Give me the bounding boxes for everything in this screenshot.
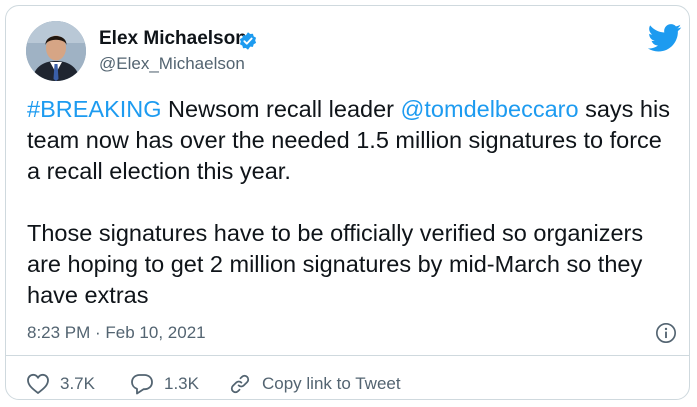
tweet-card: Elex Michaelson @Elex_Michaelson #BREAKI… — [5, 5, 690, 400]
tweet-paragraph-1: #BREAKING Newsom recall leader @tomdelbe… — [27, 94, 677, 187]
link-icon — [230, 374, 250, 394]
avatar-image — [26, 21, 86, 81]
mention-link[interactable]: @tomdelbeccaro — [401, 96, 579, 122]
twitter-bird-icon[interactable] — [648, 24, 682, 52]
heart-icon — [27, 373, 49, 394]
tweet-text-segment: Newsom recall leader — [161, 96, 401, 122]
info-icon[interactable] — [655, 322, 677, 344]
author-handle[interactable]: @Elex_Michaelson — [99, 54, 245, 74]
avatar[interactable] — [26, 21, 86, 81]
hashtag-link[interactable]: #BREAKING — [27, 96, 162, 122]
verified-badge-icon — [239, 32, 257, 50]
author-name[interactable]: Elex Michaelson — [99, 28, 247, 50]
tweet-paragraph-2: Those signatures have to be officially v… — [27, 220, 644, 308]
divider — [6, 355, 689, 356]
like-count: 3.7K — [60, 374, 95, 393]
copy-link-label: Copy link to Tweet — [262, 374, 401, 393]
copy-link-button[interactable]: Copy link to Tweet — [228, 372, 401, 396]
reply-button[interactable]: 1.3K — [130, 372, 199, 396]
like-button[interactable]: 3.7K — [26, 372, 95, 396]
reply-count: 1.3K — [164, 374, 199, 393]
tweet-timestamp[interactable]: 8:23 PM · Feb 10, 2021 — [27, 323, 206, 343]
reply-bubble-icon — [131, 374, 153, 395]
tweet-text: #BREAKING Newsom recall leader @tomdelbe… — [27, 94, 677, 311]
